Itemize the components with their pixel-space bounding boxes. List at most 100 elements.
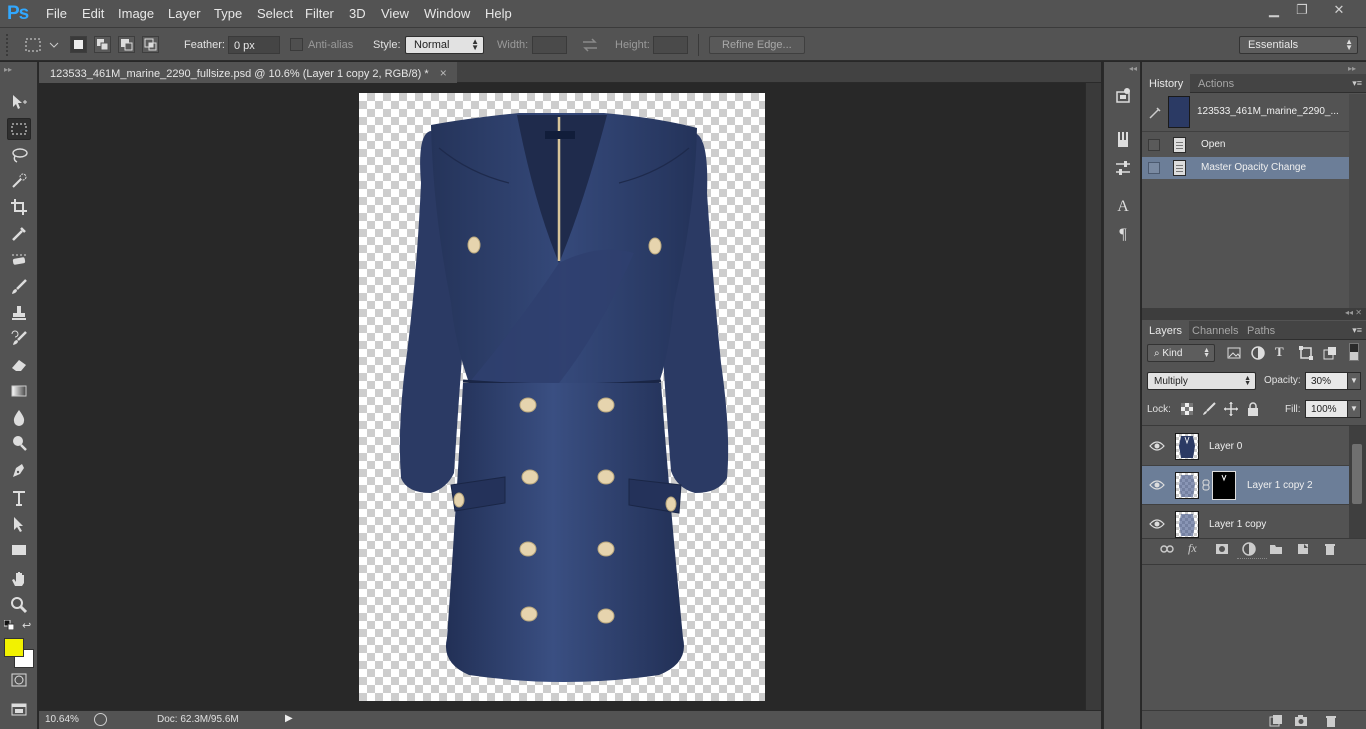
menu-view[interactable]: View [381, 6, 409, 21]
filter-type-icon[interactable]: T [1275, 344, 1284, 360]
menu-filter[interactable]: Filter [305, 6, 334, 21]
collapse-strip-icon[interactable]: ◂◂ [1129, 64, 1137, 73]
anti-alias-checkbox[interactable] [290, 38, 303, 51]
history-scrollbar[interactable] [1349, 94, 1366, 308]
tab-channels[interactable]: Channels [1185, 321, 1245, 340]
swap-dimensions-icon[interactable] [580, 37, 600, 53]
rectangle-tool[interactable] [7, 539, 31, 561]
lock-all-icon[interactable] [1247, 402, 1259, 416]
zoom-level[interactable]: 10.64% [45, 714, 79, 725]
create-document-from-state-icon[interactable] [1269, 714, 1283, 727]
tab-history[interactable]: History [1142, 74, 1191, 93]
tab-layers[interactable]: Layers [1142, 321, 1190, 340]
history-brush-source-box[interactable] [1148, 139, 1160, 151]
pen-tool[interactable] [7, 460, 31, 482]
fill-slider-button[interactable]: ▼ [1347, 400, 1361, 418]
blend-mode-dropdown[interactable]: Multiply ▲ ▼ [1147, 372, 1256, 390]
layer-name[interactable]: Layer 1 copy 2 [1247, 480, 1313, 491]
menu-window[interactable]: Window [424, 6, 470, 21]
menu-image[interactable]: Image [118, 6, 154, 21]
layers-scrollbar[interactable] [1349, 426, 1366, 538]
type-tool[interactable] [7, 487, 31, 509]
menu-3d[interactable]: 3D [349, 6, 366, 21]
minimize-button[interactable]: ▁ [1261, 2, 1287, 18]
intersect-selection-button[interactable] [142, 36, 159, 53]
status-info-icon[interactable] [94, 713, 107, 726]
collapse-tools-icon[interactable]: ▸▸ [4, 65, 12, 74]
snapshot-camera-icon[interactable] [1294, 714, 1308, 727]
layer-style-fx-icon[interactable]: fx [1188, 541, 1197, 556]
brush-tool[interactable] [7, 276, 31, 298]
menu-file[interactable]: File [46, 6, 67, 21]
document-canvas[interactable] [359, 93, 765, 701]
adjustments-icon[interactable] [1113, 158, 1133, 178]
paragraph-panel-icon[interactable]: ¶ [1113, 226, 1133, 246]
history-panel-menu-icon[interactable]: ▾≡ [1352, 78, 1362, 89]
crop-tool[interactable] [7, 196, 31, 218]
adjustment-layer-icon[interactable] [1242, 542, 1256, 556]
document-tab[interactable]: 123533_461M_marine_2290_fullsize.psd @ 1… [39, 62, 457, 83]
filter-adjustment-icon[interactable] [1250, 345, 1266, 361]
add-mask-icon[interactable] [1215, 542, 1229, 556]
menu-layer[interactable]: Layer [168, 6, 201, 21]
history-brush-source-box[interactable] [1148, 162, 1160, 174]
history-state-open[interactable]: Open [1142, 134, 1349, 156]
visibility-eye-icon[interactable] [1149, 439, 1165, 453]
eraser-tool[interactable] [7, 354, 31, 376]
history-brush-tool[interactable] [7, 328, 31, 350]
link-layers-icon[interactable] [1160, 542, 1174, 556]
opacity-slider-button[interactable]: ▼ [1347, 372, 1361, 390]
panel-resize-grip[interactable] [1237, 558, 1267, 562]
menu-type[interactable]: Type [214, 6, 242, 21]
filter-smart-object-icon[interactable] [1322, 345, 1338, 361]
default-colors-icon[interactable] [4, 620, 14, 630]
history-snapshot[interactable]: 123533_461M_marine_2290_... [1142, 94, 1349, 132]
layer-mask-thumbnail[interactable] [1212, 471, 1236, 500]
layer-row-layer-0[interactable]: Layer 0 [1142, 427, 1349, 466]
tool-preset-picker[interactable] [22, 35, 62, 55]
add-selection-button[interactable] [94, 36, 111, 53]
layers-scrollbar-thumb[interactable] [1352, 444, 1362, 504]
close-window-button[interactable]: ✕ [1324, 2, 1354, 18]
canvas-scrollbar[interactable] [1085, 83, 1101, 710]
history-panel-icon[interactable] [1113, 86, 1133, 106]
mask-link-icon[interactable] [1202, 479, 1210, 491]
delete-layer-trash-icon[interactable] [1323, 542, 1337, 556]
delete-state-trash-icon[interactable] [1324, 714, 1338, 727]
layer-row-layer-1-copy[interactable]: Layer 1 copy [1142, 505, 1349, 538]
lock-transparent-pixels-icon[interactable] [1180, 402, 1194, 416]
width-input[interactable] [532, 36, 567, 54]
layer-name[interactable]: Layer 0 [1209, 441, 1242, 452]
quick-selection-tool[interactable] [7, 170, 31, 192]
new-group-folder-icon[interactable] [1269, 542, 1283, 556]
visibility-eye-icon[interactable] [1149, 517, 1165, 531]
layers-panel-menu-icon[interactable]: ▾≡ [1352, 325, 1362, 336]
visibility-eye-icon[interactable] [1149, 478, 1165, 492]
screen-mode-button[interactable] [7, 698, 31, 720]
collapse-layers-icon[interactable]: ◂◂ ✕ [1345, 308, 1362, 317]
menu-help[interactable]: Help [485, 6, 512, 21]
zoom-tool[interactable] [7, 594, 31, 616]
filter-toggle-switch[interactable] [1349, 343, 1359, 361]
new-layer-icon[interactable] [1296, 542, 1310, 556]
restore-button[interactable]: ❐ [1289, 2, 1315, 18]
tab-paths[interactable]: Paths [1240, 321, 1282, 340]
swap-colors-icon[interactable]: ↩ [22, 619, 34, 632]
workspace-dropdown[interactable]: Essentials ▲ ▼ [1239, 36, 1358, 54]
style-dropdown[interactable]: Normal ▲ ▼ [405, 36, 484, 54]
options-grip[interactable] [6, 34, 14, 56]
path-selection-tool[interactable] [7, 513, 31, 535]
marquee-tool[interactable] [7, 118, 31, 140]
character-panel-icon[interactable]: A [1113, 198, 1133, 218]
foreground-color-swatch[interactable] [4, 638, 24, 657]
move-tool[interactable] [7, 91, 31, 113]
blur-tool[interactable] [7, 406, 31, 428]
eyedropper-tool[interactable] [7, 223, 31, 245]
gradient-tool[interactable] [7, 380, 31, 402]
lock-image-pixels-icon[interactable] [1202, 402, 1216, 416]
opacity-input[interactable]: 30% [1305, 372, 1348, 390]
hand-tool[interactable] [7, 568, 31, 590]
menu-select[interactable]: Select [257, 6, 293, 21]
spot-healing-tool[interactable] [7, 250, 31, 272]
filter-shape-icon[interactable] [1298, 345, 1314, 361]
